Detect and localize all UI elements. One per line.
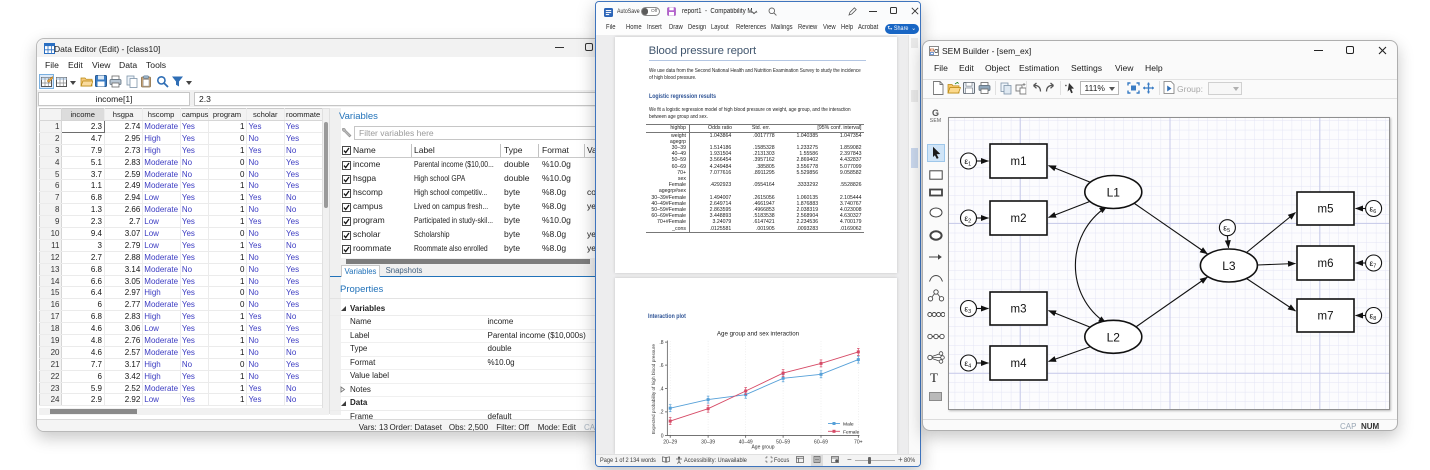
svg-text:20–29: 20–29 [663,440,677,446]
svg-text:.8: .8 [659,340,663,346]
svg-text:Age group and sex interaction: Age group and sex interaction [717,331,800,338]
svg-text:m4: m4 [1011,358,1028,370]
svg-text:.4: .4 [659,386,663,392]
svg-text:.2: .2 [659,410,663,416]
svg-text:0: 0 [661,433,664,439]
svg-text:Male: Male [843,422,854,428]
svg-text:m3: m3 [1011,304,1027,316]
svg-text:m1: m1 [1011,156,1027,168]
svg-text:L1: L1 [1107,186,1121,200]
svg-text:Age group: Age group [751,445,774,451]
svg-text:50–59: 50–59 [776,440,790,446]
svg-text:m7: m7 [1318,311,1334,323]
svg-text:m6: m6 [1318,258,1334,270]
svg-text:70+: 70+ [854,440,863,446]
svg-text:m2: m2 [1011,213,1027,225]
svg-text:30–39: 30–39 [701,440,715,446]
svg-text:L3: L3 [1222,259,1236,273]
svg-text:Female: Female [843,429,860,435]
svg-text:m5: m5 [1318,204,1334,216]
svg-text:L2: L2 [1107,330,1121,344]
svg-text:Expected probability of high b: Expected probability of high blood press… [651,344,656,434]
svg-text:60–69: 60–69 [814,440,828,446]
svg-text:.6: .6 [659,363,663,369]
